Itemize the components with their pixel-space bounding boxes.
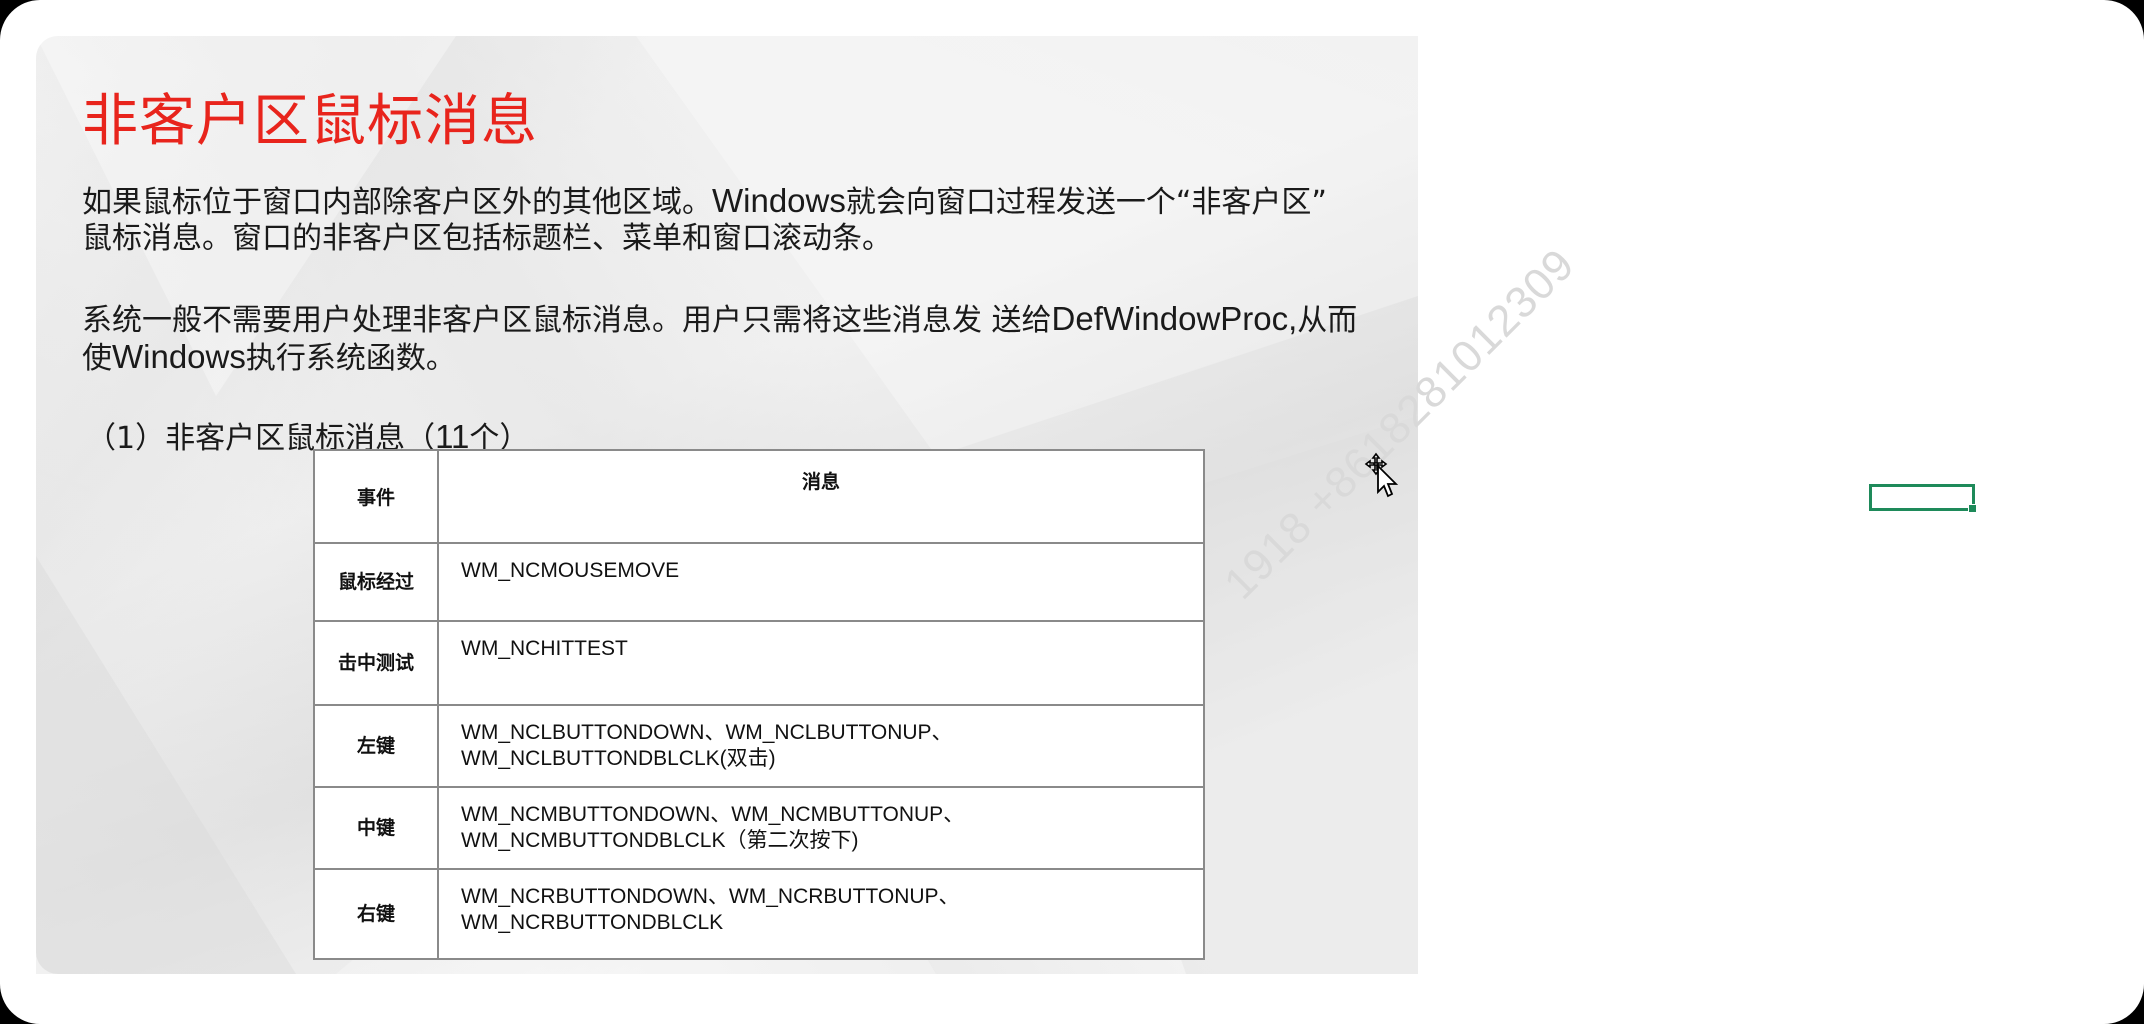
message-cell: WM_NCLBUTTONDOWN、WM_NCLBUTTONUP、 WM_NCLBU… — [437, 704, 1205, 788]
screen: 非客户区鼠标消息 如果鼠标位于窗口内部除客户区外的其他区域。Windows就会向… — [0, 0, 2144, 1024]
paragraph-2-text-defwindowproc: DefWindowProc, — [1051, 300, 1298, 337]
event-cell: 中键 — [313, 786, 439, 870]
message-line-1: WM_NCMOUSEMOVE — [461, 559, 680, 582]
paragraph-2-line-2: 使Windows执行系统函数。 — [82, 338, 456, 378]
event-cell: 右键 — [313, 868, 439, 960]
message-line-1: WM_NCRBUTTONDOWN、WM_NCRBUTTONUP、 — [461, 885, 960, 908]
spreadsheet-cell-selection[interactable] — [1869, 484, 1977, 513]
table-row: 鼠标经过 WM_NCMOUSEMOVE — [313, 542, 1205, 622]
event-cell: 左键 — [313, 704, 439, 788]
message-cell: WM_NCMOUSEMOVE — [437, 542, 1205, 622]
message-line-2: WM_NCRBUTTONDBLCLK — [461, 911, 724, 934]
paragraph-2-text-c: 从而 — [1297, 303, 1358, 338]
fill-handle[interactable] — [1968, 504, 1977, 513]
event-cell: 鼠标经过 — [313, 542, 439, 622]
paragraph-2-text-windows: Windows — [112, 338, 246, 375]
table-row: 右键 WM_NCRBUTTONDOWN、WM_NCRBUTTONUP、 WM_NC… — [313, 868, 1205, 960]
table-row: 左键 WM_NCLBUTTONDOWN、WM_NCLBUTTONUP、 WM_NC… — [313, 704, 1205, 788]
paragraph-1-line-1: 如果鼠标位于窗口内部除客户区外的其他区域。Windows就会向窗口过程发送一个“… — [82, 182, 1327, 222]
message-table: 事件 消息 鼠标经过 WM_NCMOUSEMOVE 击中测试 WM_NCHITT… — [313, 449, 1205, 960]
table-row: 中键 WM_NCMBUTTONDOWN、WM_NCMBUTTONUP、 WM_NC… — [313, 786, 1205, 870]
table-row: 击中测试 WM_NCHITTEST — [313, 620, 1205, 706]
message-line-1: WM_NCLBUTTONDOWN、WM_NCLBUTTONUP、 — [461, 721, 953, 744]
paragraph-2-text-a: 系统一般不需要用户处理非客户区鼠标消息。用户只需将这些消息发 送给 — [82, 303, 1052, 338]
column-header-event: 事件 — [313, 449, 439, 544]
message-line-2: WM_NCLBUTTONDBLCLK(双击) — [461, 747, 776, 770]
message-line-1: WM_NCHITTEST — [461, 637, 628, 660]
paragraph-2-text-e: 执行系统函数。 — [245, 341, 456, 376]
paragraph-1-line-2: 鼠标消息。窗口的非客户区包括标题栏、菜单和窗口滚动条。 — [82, 221, 892, 256]
message-line-2: WM_NCMBUTTONDBLCLK（第二次按下) — [461, 829, 859, 852]
message-line-1: WM_NCMBUTTONDOWN、WM_NCMBUTTONUP、 — [461, 803, 965, 826]
paragraph-1-text-windows: Windows — [712, 182, 846, 219]
column-header-message: 消息 — [437, 449, 1205, 544]
paragraph-2-text-d: 使 — [82, 341, 112, 376]
paragraph-1-text-a: 如果鼠标位于窗口内部除客户区外的其他区域。 — [82, 185, 712, 220]
paragraph-2-line-1: 系统一般不需要用户处理非客户区鼠标消息。用户只需将这些消息发 送给DefWind… — [82, 300, 1357, 340]
paragraph-1-text-c: 就会向窗口过程发送一个“非客户区” — [845, 185, 1327, 220]
message-cell: WM_NCHITTEST — [437, 620, 1205, 706]
table-header-row: 事件 消息 — [313, 449, 1205, 544]
move-cursor-icon — [1364, 452, 1399, 498]
event-cell: 击中测试 — [313, 620, 439, 706]
slide-title: 非客户区鼠标消息 — [82, 89, 538, 154]
message-cell: WM_NCMBUTTONDOWN、WM_NCMBUTTONUP、 WM_NCMBU… — [437, 786, 1205, 870]
message-table-container: 事件 消息 鼠标经过 WM_NCMOUSEMOVE 击中测试 WM_NCHITT… — [313, 449, 1205, 960]
message-cell: WM_NCRBUTTONDOWN、WM_NCRBUTTONUP、 WM_NCRBU… — [437, 868, 1205, 960]
